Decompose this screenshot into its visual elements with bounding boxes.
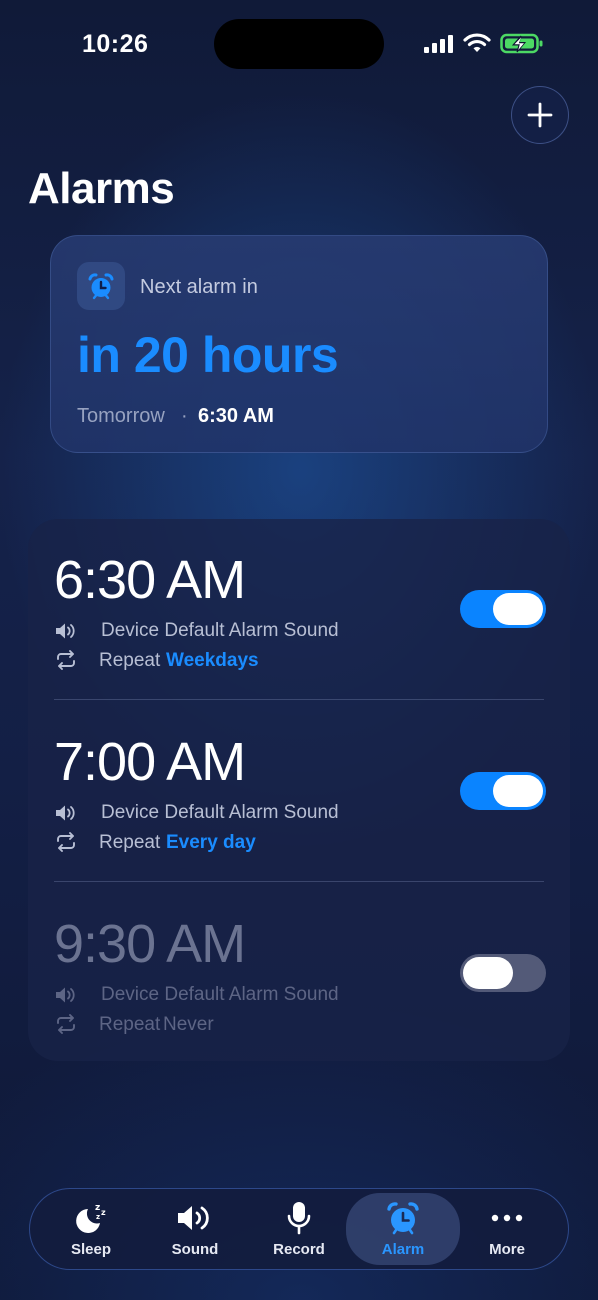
next-alarm-time: 6:30 AM <box>198 405 274 427</box>
svg-text:z: z <box>95 1203 100 1213</box>
tab-sleep[interactable]: z z z Sleep <box>34 1193 148 1265</box>
toggle-knob <box>493 775 543 807</box>
tab-alarm[interactable]: Alarm <box>346 1193 460 1265</box>
cellular-signal-icon <box>424 34 454 59</box>
repeat-label: Repeat <box>99 650 161 671</box>
alarm-clock-icon <box>77 262 125 310</box>
alarm-clock-icon <box>346 1201 460 1235</box>
toggle-knob <box>493 593 543 625</box>
repeat-icon <box>55 1014 77 1039</box>
alarm-toggle[interactable] <box>460 590 546 628</box>
repeat-icon <box>55 650 77 675</box>
separator-dot: · <box>181 405 188 427</box>
repeat-value: Weekdays <box>166 650 259 671</box>
speaker-icon <box>138 1201 252 1235</box>
next-alarm-countdown: in 20 hours <box>77 327 339 383</box>
speaker-icon <box>55 804 77 827</box>
battery-charging-icon <box>500 33 544 60</box>
dynamic-island <box>214 19 384 69</box>
speaker-icon <box>55 622 77 645</box>
tab-label: Alarm <box>381 1241 425 1258</box>
tab-label: Record <box>273 1241 325 1258</box>
repeat-label: Repeat <box>99 832 161 853</box>
tab-bar: z z z Sleep Sound Record Alarm More <box>29 1188 569 1270</box>
tab-label: More <box>489 1241 525 1258</box>
next-alarm-day: Tomorrow <box>77 405 165 427</box>
alarm-time: 6:30 AM <box>54 550 246 610</box>
alarm-time: 9:30 AM <box>54 914 246 974</box>
alarm-time: 7:00 AM <box>54 732 246 792</box>
next-alarm-card[interactable]: Next alarm in in 20 hours Tomorrow · 6:3… <box>50 235 548 453</box>
speaker-icon <box>55 986 77 1009</box>
wifi-icon <box>463 32 491 59</box>
alarm-toggle[interactable] <box>460 772 546 810</box>
tab-record[interactable]: Record <box>242 1193 356 1265</box>
alarm-toggle[interactable] <box>460 954 546 992</box>
repeat-value: Every day <box>166 832 256 853</box>
microphone-icon <box>242 1201 356 1235</box>
page-title: Alarms <box>28 164 175 213</box>
alarms-screen: 10:26 Alarms Next alarm in in 20 hours T… <box>0 0 598 1300</box>
tab-label: Sound <box>171 1241 219 1258</box>
alarm-row[interactable]: 9:30 AM Device Default Alarm Sound Repea… <box>28 883 570 1065</box>
tab-more[interactable]: More <box>450 1193 564 1265</box>
repeat-label: Repeat <box>99 1014 161 1035</box>
svg-text:z: z <box>101 1208 106 1217</box>
add-alarm-button[interactable] <box>511 86 569 144</box>
tab-sound[interactable]: Sound <box>138 1193 252 1265</box>
moon-icon: z z z <box>34 1201 148 1235</box>
toggle-knob <box>463 957 513 989</box>
alarm-list: 6:30 AM Device Default Alarm Sound Repea… <box>28 519 570 1061</box>
tab-label: Sleep <box>70 1241 112 1258</box>
svg-text:z: z <box>96 1213 100 1221</box>
divider <box>54 881 544 882</box>
next-alarm-label: Next alarm in <box>140 276 258 298</box>
repeat-icon <box>55 832 77 857</box>
alarm-row[interactable]: 7:00 AM Device Default Alarm Sound Repea… <box>28 701 570 883</box>
divider <box>54 699 544 700</box>
alarm-sound: Device Default Alarm Sound <box>101 984 339 1005</box>
alarm-sound: Device Default Alarm Sound <box>101 802 339 823</box>
repeat-value: Never <box>163 1014 214 1035</box>
status-time: 10:26 <box>82 30 149 58</box>
more-dots-icon <box>450 1201 564 1235</box>
alarm-row[interactable]: 6:30 AM Device Default Alarm Sound Repea… <box>28 519 570 701</box>
alarm-sound: Device Default Alarm Sound <box>101 620 339 641</box>
plus-icon <box>527 102 553 128</box>
